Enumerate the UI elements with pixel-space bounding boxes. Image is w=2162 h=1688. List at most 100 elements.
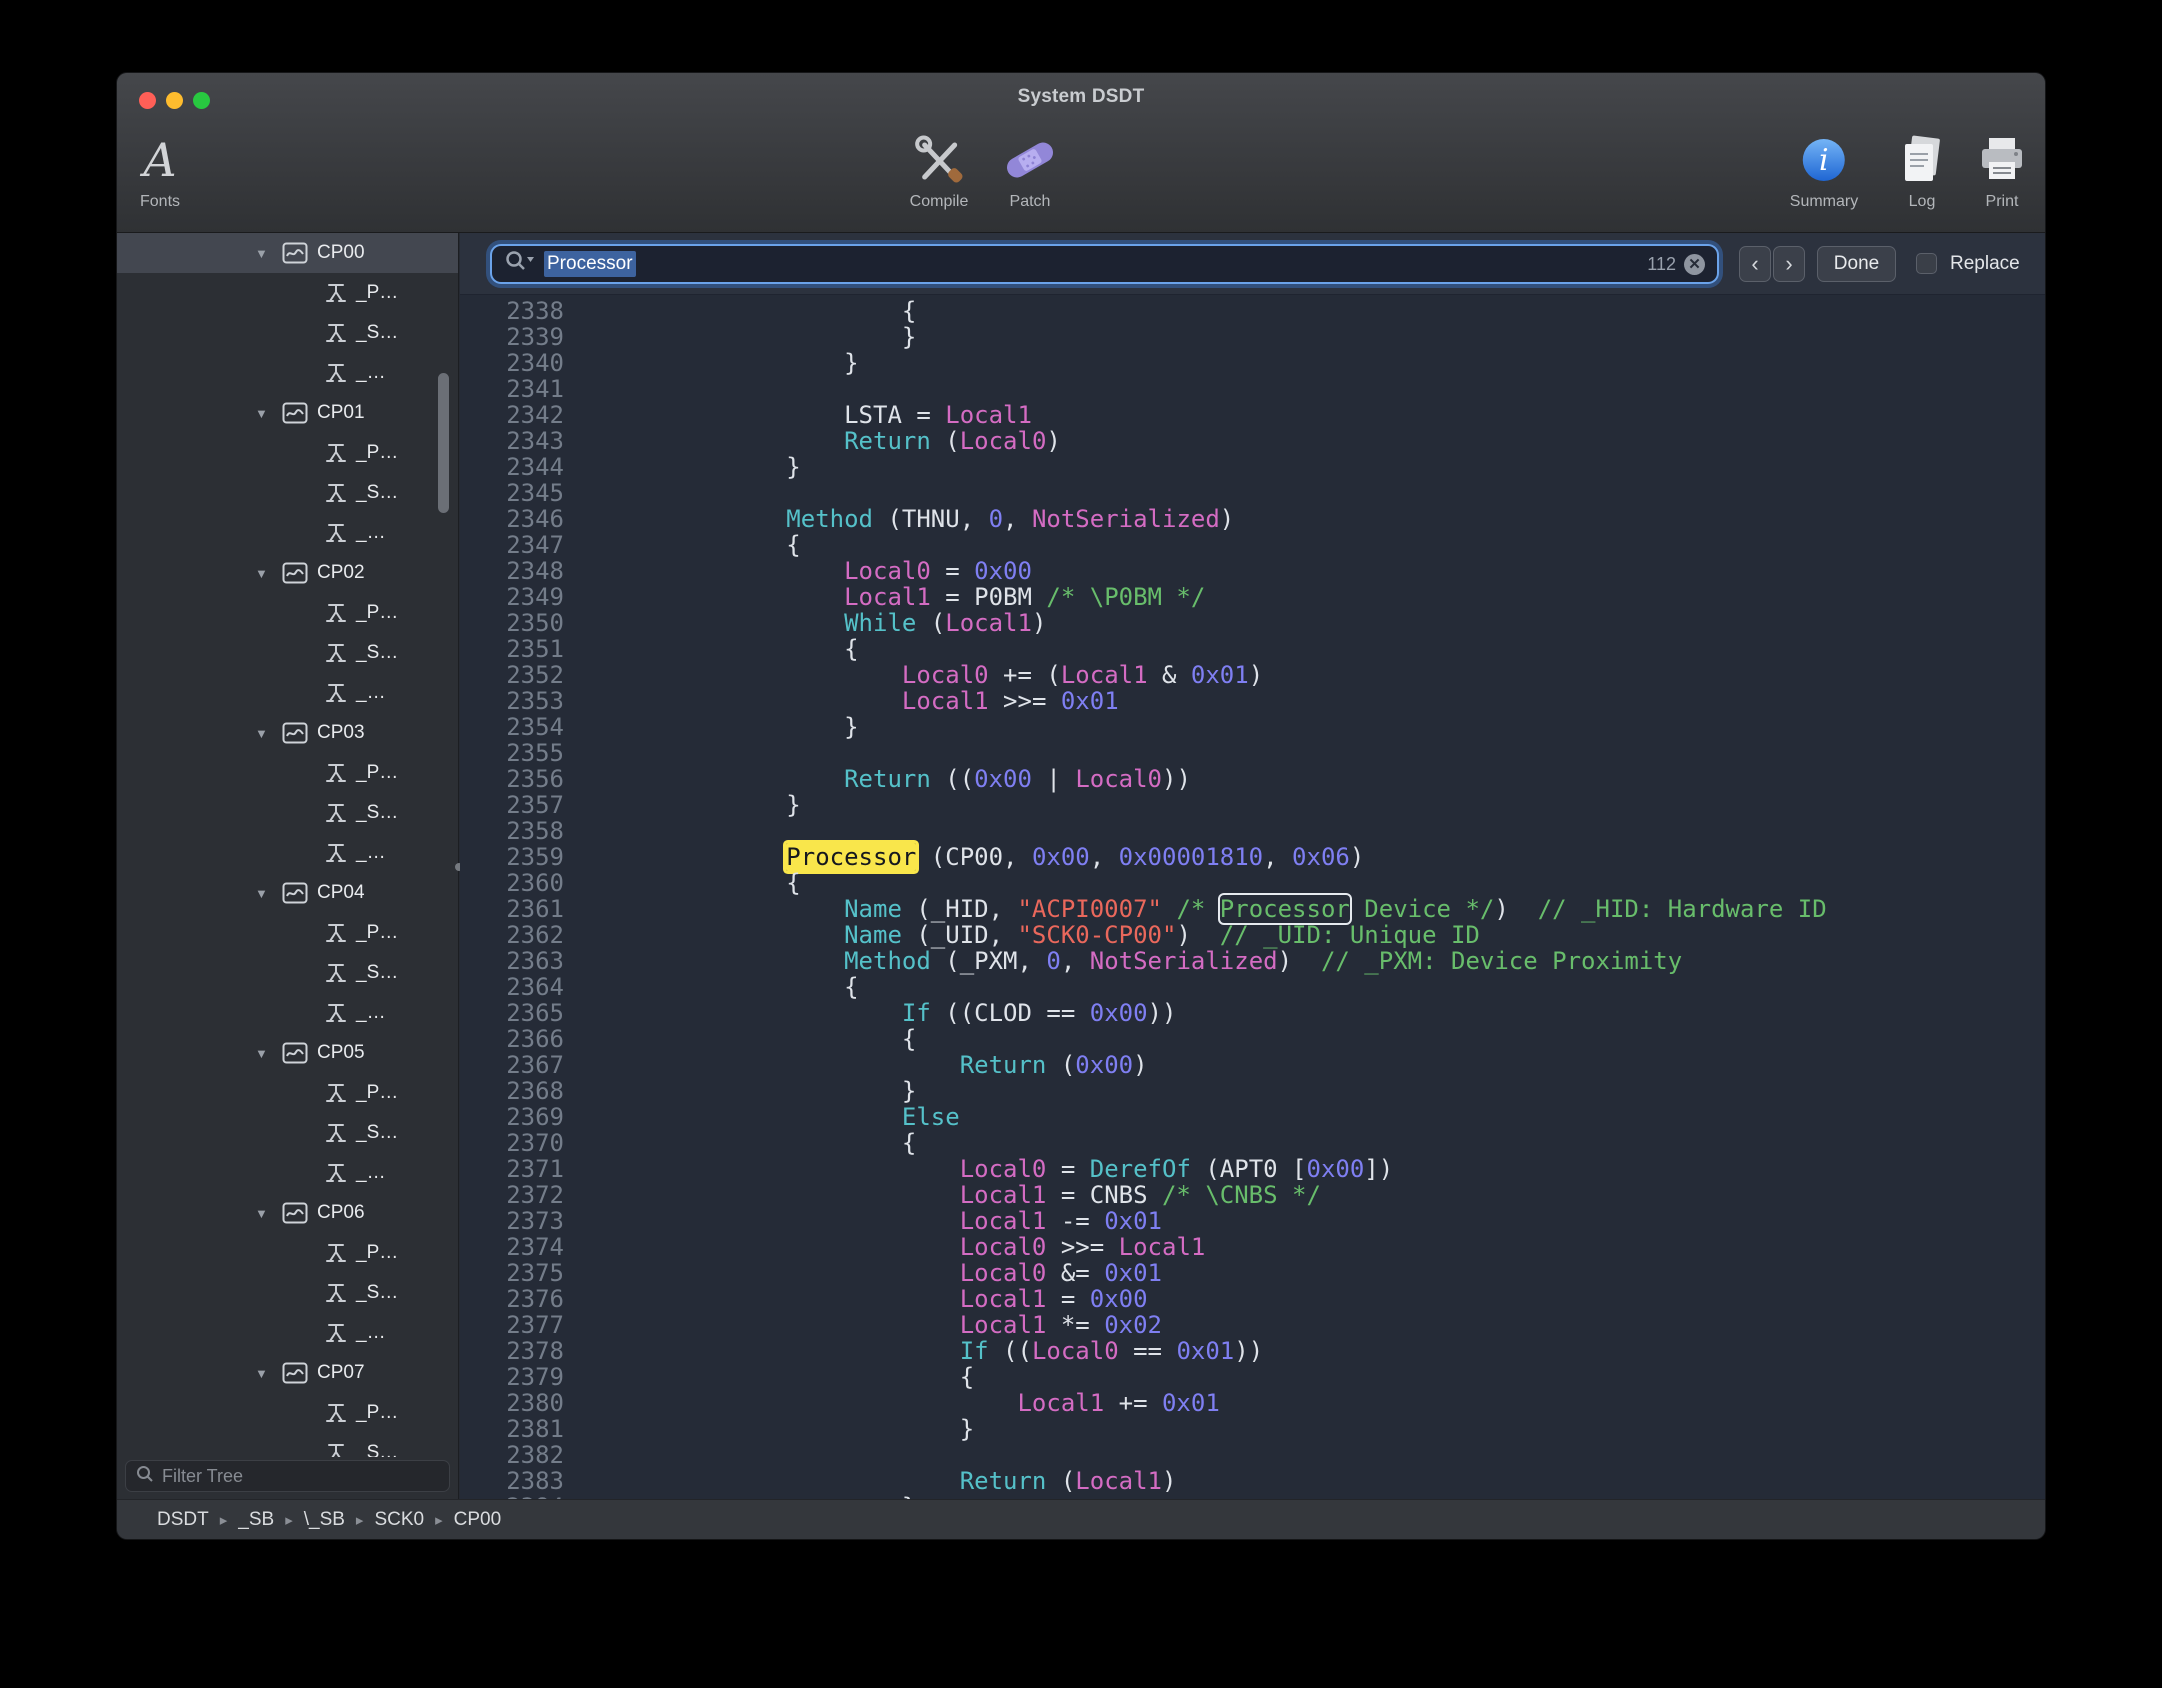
code-line[interactable]: 2383 Return (Local1) bbox=[460, 1468, 2045, 1494]
clear-search-icon[interactable]: ✕ bbox=[1684, 254, 1705, 275]
sidebar-scrollbar[interactable] bbox=[438, 373, 449, 513]
disclosure-triangle-icon[interactable]: ▼ bbox=[255, 1206, 273, 1221]
code-line[interactable]: 2348 Local0 = 0x00 bbox=[460, 558, 2045, 584]
filter-tree-input[interactable] bbox=[162, 1466, 439, 1487]
code-line[interactable]: 2374 Local0 >>= Local1 bbox=[460, 1234, 2045, 1260]
code-line[interactable]: 2368 } bbox=[460, 1078, 2045, 1104]
disclosure-triangle-icon[interactable]: ▼ bbox=[255, 406, 273, 421]
find-field[interactable]: Processor 112 ✕ bbox=[492, 246, 1717, 282]
tree-item-child[interactable]: _… bbox=[117, 353, 458, 393]
code-line[interactable]: 2365 If ((CLOD == 0x00)) bbox=[460, 1000, 2045, 1026]
tree-item-child[interactable]: _P… bbox=[117, 593, 458, 633]
compile-button[interactable]: Compile bbox=[910, 131, 969, 211]
tree-item-child[interactable]: _P… bbox=[117, 1073, 458, 1113]
print-button[interactable]: Print bbox=[1976, 131, 2028, 211]
code-line[interactable]: 2352 Local0 += (Local1 & 0x01) bbox=[460, 662, 2045, 688]
code-line[interactable]: 2378 If ((Local0 == 0x01)) bbox=[460, 1338, 2045, 1364]
patch-button[interactable]: Patch bbox=[1002, 131, 1058, 211]
breadcrumb-item[interactable]: _SB bbox=[238, 1509, 274, 1531]
tree-item-child[interactable]: _… bbox=[117, 673, 458, 713]
disclosure-triangle-icon[interactable]: ▼ bbox=[255, 1046, 273, 1061]
tree-item-child[interactable]: _… bbox=[117, 1153, 458, 1193]
tree-item-child[interactable]: _S… bbox=[117, 1273, 458, 1313]
code-line[interactable]: 2370 { bbox=[460, 1130, 2045, 1156]
disclosure-triangle-icon[interactable]: ▼ bbox=[255, 1366, 273, 1381]
code-line[interactable]: 2372 Local1 = CNBS /* \CNBS */ bbox=[460, 1182, 2045, 1208]
code-line[interactable]: 2359 Processor (CP00, 0x00, 0x00001810, … bbox=[460, 844, 2045, 870]
code-line[interactable]: 2349 Local1 = P0BM /* \P0BM */ bbox=[460, 584, 2045, 610]
code-line[interactable]: 2347 { bbox=[460, 532, 2045, 558]
tree-item-child[interactable]: _S… bbox=[117, 793, 458, 833]
tree-item-child[interactable]: _S… bbox=[117, 953, 458, 993]
code-line[interactable]: 2343 Return (Local0) bbox=[460, 428, 2045, 454]
code-line[interactable]: 2366 { bbox=[460, 1026, 2045, 1052]
code-line[interactable]: 2373 Local1 -= 0x01 bbox=[460, 1208, 2045, 1234]
code-line[interactable]: 2380 Local1 += 0x01 bbox=[460, 1390, 2045, 1416]
tree-item-cp06[interactable]: ▼CP06 bbox=[117, 1193, 458, 1233]
tree-item-cp00[interactable]: ▼CP00 bbox=[117, 233, 458, 273]
code-line[interactable]: 2360 { bbox=[460, 870, 2045, 896]
code-editor[interactable]: 2338 {2339 }2340 }23412342 LSTA = Local1… bbox=[460, 295, 2045, 1499]
tree-item-cp04[interactable]: ▼CP04 bbox=[117, 873, 458, 913]
code-line[interactable]: 2363 Method (_PXM, 0, NotSerialized) // … bbox=[460, 948, 2045, 974]
disclosure-triangle-icon[interactable]: ▼ bbox=[255, 566, 273, 581]
code-line[interactable]: 2371 Local0 = DerefOf (APT0 [0x00]) bbox=[460, 1156, 2045, 1182]
code-line[interactable]: 2350 While (Local1) bbox=[460, 610, 2045, 636]
code-line[interactable]: 2344 } bbox=[460, 454, 2045, 480]
breadcrumb-item[interactable]: DSDT bbox=[157, 1509, 209, 1531]
breadcrumb-item[interactable]: CP00 bbox=[454, 1509, 502, 1531]
tree-item-child[interactable]: _… bbox=[117, 1313, 458, 1353]
tree-item-child[interactable]: _P… bbox=[117, 753, 458, 793]
code-line[interactable]: 2381 } bbox=[460, 1416, 2045, 1442]
breadcrumb-item[interactable]: SCK0 bbox=[374, 1509, 424, 1531]
tree-item-child[interactable]: _P… bbox=[117, 433, 458, 473]
tree-item-cp05[interactable]: ▼CP05 bbox=[117, 1033, 458, 1073]
tree-item-child[interactable]: _S… bbox=[117, 633, 458, 673]
code-line[interactable]: 2367 Return (0x00) bbox=[460, 1052, 2045, 1078]
code-line[interactable]: 2362 Name (_UID, "SCK0-CP00") // _UID: U… bbox=[460, 922, 2045, 948]
tree-item-child[interactable]: _… bbox=[117, 833, 458, 873]
code-line[interactable]: 2339 } bbox=[460, 324, 2045, 350]
code-line[interactable]: 2346 Method (THNU, 0, NotSerialized) bbox=[460, 506, 2045, 532]
code-line[interactable]: 2375 Local0 &= 0x01 bbox=[460, 1260, 2045, 1286]
tree-item-child[interactable]: _S… bbox=[117, 1113, 458, 1153]
code-line[interactable]: 2356 Return ((0x00 | Local0)) bbox=[460, 766, 2045, 792]
tree-item-child[interactable]: _P… bbox=[117, 913, 458, 953]
tree-item-cp07[interactable]: ▼CP07 bbox=[117, 1353, 458, 1393]
fonts-button[interactable]: A Fonts bbox=[140, 131, 180, 211]
tree-item-child[interactable]: _… bbox=[117, 993, 458, 1033]
code-line[interactable]: 2338 { bbox=[460, 298, 2045, 324]
tree-item-child[interactable]: _S… bbox=[117, 313, 458, 353]
summary-button[interactable]: i Summary bbox=[1790, 131, 1858, 211]
tree-item-cp02[interactable]: ▼CP02 bbox=[117, 553, 458, 593]
tree-item-child[interactable]: _P… bbox=[117, 1233, 458, 1273]
filter-tree-field[interactable] bbox=[125, 1460, 450, 1492]
code-line[interactable]: 2364 { bbox=[460, 974, 2045, 1000]
code-line[interactable]: 2354 } bbox=[460, 714, 2045, 740]
tree-item-child[interactable]: _P… bbox=[117, 1393, 458, 1433]
tree-item-child[interactable]: _S… bbox=[117, 1433, 458, 1457]
code-line[interactable]: 2340 } bbox=[460, 350, 2045, 376]
code-line[interactable]: 2353 Local1 >>= 0x01 bbox=[460, 688, 2045, 714]
code-line[interactable]: 2376 Local1 = 0x00 bbox=[460, 1286, 2045, 1312]
tree-item-child[interactable]: _S… bbox=[117, 473, 458, 513]
code-line[interactable]: 2358 bbox=[460, 818, 2045, 844]
disclosure-triangle-icon[interactable]: ▼ bbox=[255, 726, 273, 741]
code-line[interactable]: 2377 Local1 *= 0x02 bbox=[460, 1312, 2045, 1338]
disclosure-triangle-icon[interactable]: ▼ bbox=[255, 246, 273, 261]
tree-item-child[interactable]: _P… bbox=[117, 273, 458, 313]
code-line[interactable]: 2369 Else bbox=[460, 1104, 2045, 1130]
code-line[interactable]: 2361 Name (_HID, "ACPI0007" /* Processor… bbox=[460, 896, 2045, 922]
tree-item-cp03[interactable]: ▼CP03 bbox=[117, 713, 458, 753]
search-menu-icon[interactable] bbox=[504, 250, 536, 278]
code-line[interactable]: 2341 bbox=[460, 376, 2045, 402]
code-line[interactable]: 2345 bbox=[460, 480, 2045, 506]
previous-match-button[interactable]: ‹ bbox=[1739, 246, 1771, 282]
replace-checkbox[interactable] bbox=[1916, 253, 1937, 274]
disclosure-triangle-icon[interactable]: ▼ bbox=[255, 886, 273, 901]
code-line[interactable]: 2379 { bbox=[460, 1364, 2045, 1390]
breadcrumb-item[interactable]: \_SB bbox=[304, 1509, 345, 1531]
code-line[interactable]: 2342 LSTA = Local1 bbox=[460, 402, 2045, 428]
tree-item-child[interactable]: _… bbox=[117, 513, 458, 553]
log-button[interactable]: Log bbox=[1898, 131, 1946, 211]
